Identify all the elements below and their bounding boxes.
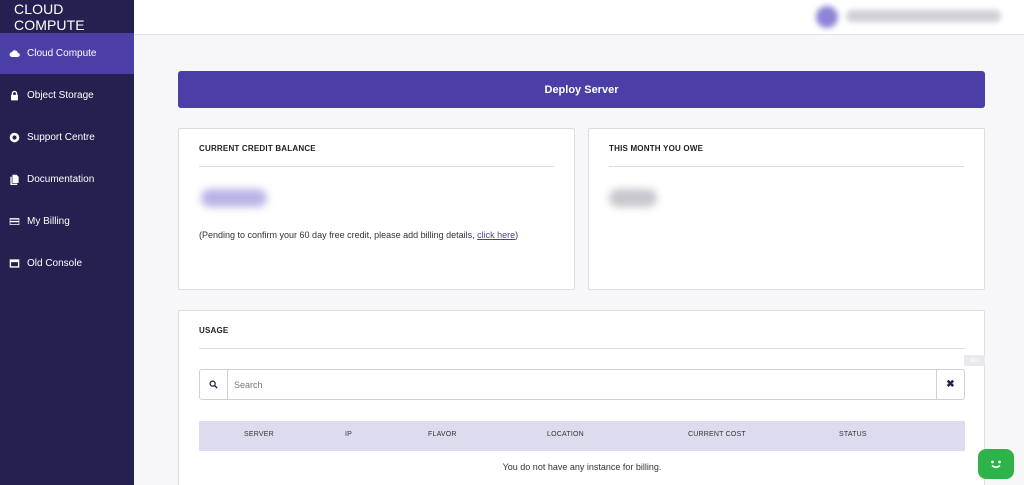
pending-suffix: ) xyxy=(515,230,519,240)
column-header[interactable]: LOCATION xyxy=(547,431,584,438)
sidebar: CLOUD COMPUTE Cloud Compute Object Stora… xyxy=(0,0,134,485)
cloud-icon xyxy=(8,48,20,60)
card-title: USAGE xyxy=(199,326,229,335)
divider xyxy=(199,166,554,167)
sidebar-item-documentation[interactable]: Documentation xyxy=(0,159,134,200)
column-header[interactable]: FLAVOR xyxy=(428,431,457,438)
deploy-server-button[interactable]: Deploy Server xyxy=(178,71,985,108)
window-icon xyxy=(8,258,20,270)
top-bar xyxy=(134,0,1024,35)
divider xyxy=(609,166,964,167)
chat-bot-icon xyxy=(987,457,1005,471)
pending-credit-notice: (Pending to confirm your 60 day free cre… xyxy=(199,230,518,240)
clear-search-button[interactable]: ✖ xyxy=(936,370,964,399)
search-input[interactable] xyxy=(234,376,924,393)
column-header[interactable]: SERVER xyxy=(244,431,274,438)
column-header[interactable]: STATUS xyxy=(839,431,867,438)
sidebar-item-label: Object Storage xyxy=(27,90,94,101)
sidebar-item-label: Old Console xyxy=(27,258,83,269)
chat-widget-button[interactable] xyxy=(978,449,1014,479)
usage-table-header: SERVER IP FLAVOR LOCATION CURRENT COST S… xyxy=(199,421,965,451)
column-header[interactable]: CURRENT COST xyxy=(688,431,746,438)
sidebar-item-label: Cloud Compute xyxy=(27,48,97,59)
card-title: THIS MONTH YOU OWE xyxy=(609,144,704,153)
credit-balance-value-redacted xyxy=(201,189,267,207)
document-icon xyxy=(8,174,20,186)
sidebar-item-label: Documentation xyxy=(27,174,95,185)
user-menu[interactable] xyxy=(816,6,1006,28)
card-title: CURRENT CREDIT BALANCE xyxy=(199,144,316,153)
sidebar-item-support-centre[interactable]: Support Centre xyxy=(0,117,134,158)
empty-table-message: You do not have any instance for billing… xyxy=(502,462,662,472)
column-header[interactable]: IP xyxy=(345,431,352,438)
brand-title: CLOUD COMPUTE xyxy=(14,0,85,33)
sidebar-item-label: Support Centre xyxy=(27,132,95,143)
avatar xyxy=(816,6,838,28)
credit-balance-card: CURRENT CREDIT BALANCE (Pending to confi… xyxy=(178,128,575,290)
pending-text: (Pending to confirm your 60 day free cre… xyxy=(199,230,478,240)
sidebar-item-cloud-compute[interactable]: Cloud Compute xyxy=(0,33,134,74)
user-name-redacted xyxy=(846,10,1001,22)
sidebar-item-my-billing[interactable]: My Billing xyxy=(0,201,134,242)
sidebar-item-object-storage[interactable]: Object Storage xyxy=(0,75,134,116)
month-owe-card: THIS MONTH YOU OWE xyxy=(588,128,985,290)
size-badge: 9ko xyxy=(964,355,985,366)
sidebar-item-old-console[interactable]: Old Console xyxy=(0,243,134,284)
owe-amount-redacted xyxy=(609,189,657,207)
divider xyxy=(199,348,965,349)
lock-icon xyxy=(8,90,20,102)
search-icon[interactable] xyxy=(200,370,228,399)
usage-search-bar: ✖ xyxy=(199,369,965,400)
lifebuoy-icon xyxy=(8,132,20,144)
add-billing-link[interactable]: click here xyxy=(477,230,515,240)
usage-card: USAGE ✖ SERVER IP FLAVOR LOCATION CURREN… xyxy=(178,310,985,485)
sidebar-item-label: My Billing xyxy=(27,216,70,227)
credit-card-icon xyxy=(8,216,20,228)
